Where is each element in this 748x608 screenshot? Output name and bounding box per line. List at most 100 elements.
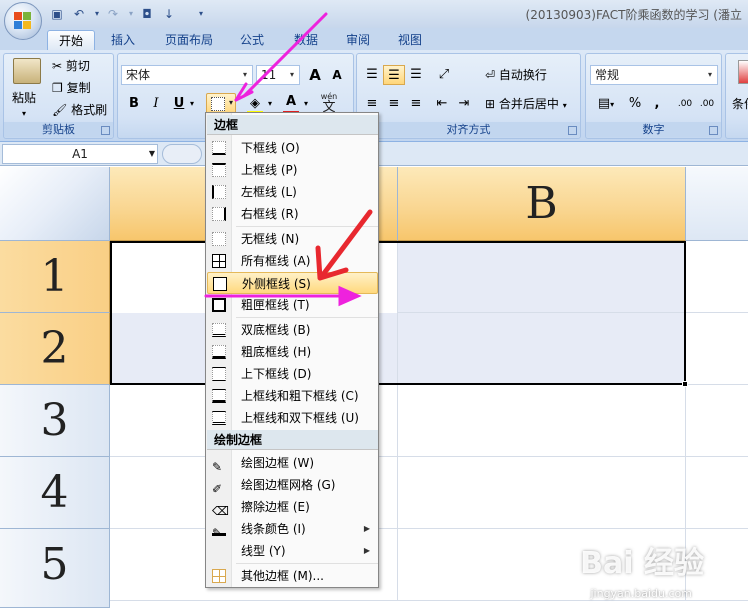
menu-item-right-border[interactable]: 右框线 (R)	[207, 203, 378, 225]
tab-view[interactable]: 视图	[390, 30, 430, 50]
tab-review[interactable]: 审阅	[338, 30, 378, 50]
bold-button[interactable]: B	[123, 94, 145, 114]
row-header-2[interactable]: 2	[0, 313, 110, 385]
draw-border-label: 绘图边框 (W)	[241, 456, 315, 470]
menu-item-thick-bottom-border[interactable]: 粗底框线 (H)	[207, 341, 378, 363]
menu-item-thick-box-border[interactable]: 粗匣框线 (T)	[207, 294, 378, 316]
format-painter-button[interactable]: 🖌 格式刷	[52, 100, 107, 120]
fill-handle[interactable]	[682, 381, 688, 387]
align-middle-icon[interactable]: ☰	[383, 65, 405, 85]
pencil-grid-icon: ✐	[212, 482, 223, 496]
save-icon[interactable]: ▣	[48, 5, 66, 23]
menu-item-more-borders[interactable]: 其他边框 (M)...	[207, 565, 378, 587]
cell-c4[interactable]	[686, 457, 748, 529]
align-bottom-icon[interactable]: ☰	[405, 65, 427, 85]
currency-icon: ▤	[597, 96, 611, 111]
menu-item-top-double-bottom-border[interactable]: 上框线和双下框线 (U)	[207, 407, 378, 429]
tab-data[interactable]: 数据	[286, 30, 326, 50]
percent-button[interactable]: %	[624, 94, 646, 114]
menu-item-top-thick-bottom-border[interactable]: 上框线和粗下框线 (C)	[207, 385, 378, 407]
row-header-5[interactable]: 5	[0, 529, 110, 608]
tab-home[interactable]: 开始	[47, 30, 95, 50]
menu-item-draw-border[interactable]: ✎ 绘图边框 (W)	[207, 452, 378, 474]
sort-icon[interactable]: ↓	[160, 5, 178, 23]
select-all-corner[interactable]	[0, 167, 110, 241]
cell-c3[interactable]	[686, 385, 748, 457]
number-format-select[interactable]: 常规 ▾	[590, 65, 718, 85]
menu-item-outside-borders[interactable]: 外侧框线 (S)	[207, 272, 378, 294]
font-color-button[interactable]: A	[280, 92, 302, 112]
menu-item-no-border[interactable]: 无框线 (N)	[207, 228, 378, 250]
menu-item-line-style[interactable]: 线型 (Y) ▶	[207, 540, 378, 562]
paste-icon[interactable]	[13, 58, 41, 84]
no-border-label: 无框线 (N)	[241, 232, 300, 246]
grow-font-button[interactable]: A	[304, 65, 326, 85]
align-left-icon[interactable]: ≡	[361, 94, 383, 114]
redo-icon[interactable]: ↷	[104, 5, 122, 23]
row-header-1[interactable]: 1	[0, 241, 110, 313]
menu-item-bottom-double-border[interactable]: 双底框线 (B)	[207, 319, 378, 341]
merge-center-button[interactable]: ⊞ 合并后居中 ▾	[485, 94, 567, 114]
menu-item-bottom-border[interactable]: 下框线 (O)	[207, 137, 378, 159]
title-bar: ▣ ↶ ▾ ↷ ▾ ◘ ↓ ▾ (20130903)FACT阶乘函数的学习 (潘…	[0, 0, 748, 40]
conditional-format-button[interactable]: 条件	[732, 94, 748, 114]
tab-insert[interactable]: 插入	[103, 30, 143, 50]
borders-section-header: 边框	[207, 115, 378, 135]
row-header-4[interactable]: 4	[0, 457, 110, 529]
font-color-dropdown-icon[interactable]: ▾	[300, 94, 312, 114]
number-launcher-icon[interactable]	[709, 126, 718, 135]
customize-toolbar-icon[interactable]: ▾	[192, 5, 210, 23]
cell-c1[interactable]	[686, 241, 748, 313]
right-border-label: 右框线 (R)	[241, 207, 299, 221]
menu-item-draw-border-grid[interactable]: ✐ 绘图边框网格 (G)	[207, 474, 378, 496]
cell-b2[interactable]	[398, 313, 686, 385]
comma-button[interactable]: ,	[646, 94, 668, 114]
menu-item-top-bottom-border[interactable]: 上下框线 (D)	[207, 363, 378, 385]
italic-button[interactable]: I	[145, 94, 167, 114]
menu-item-all-borders[interactable]: 所有框线 (A)	[207, 250, 378, 272]
font-size-value: 11	[261, 68, 277, 82]
copy-button[interactable]: ❐ 复制	[52, 78, 91, 98]
align-top-icon[interactable]: ☰	[361, 65, 383, 85]
shrink-font-button[interactable]: A	[326, 65, 348, 85]
font-name-select[interactable]: 宋体 ▾	[121, 65, 253, 85]
font-size-select[interactable]: 11 ▾	[256, 65, 300, 85]
cell-c2[interactable]	[686, 313, 748, 385]
tab-page-layout[interactable]: 页面布局	[156, 30, 222, 50]
increase-indent-icon[interactable]: ⇥	[453, 94, 475, 114]
menu-item-erase-border[interactable]: ⌫ 擦除边框 (E)	[207, 496, 378, 518]
increase-decimal-button[interactable]: .00	[674, 94, 696, 114]
menu-item-line-color[interactable]: ✎ 线条颜色 (I) ▶	[207, 518, 378, 540]
fill-dropdown-icon[interactable]: ▾	[264, 94, 276, 114]
camera-icon[interactable]: ◘	[138, 5, 156, 23]
menu-item-left-border[interactable]: 左框线 (L)	[207, 181, 378, 203]
align-center-icon[interactable]: ≡	[383, 94, 405, 114]
paste-dropdown-icon[interactable]: ▾	[22, 104, 26, 124]
formula-controls[interactable]	[162, 144, 202, 164]
font-name-dropdown-icon: ▾	[242, 70, 247, 79]
decrease-indent-icon[interactable]: ⇤	[431, 94, 453, 114]
decrease-decimal-button[interactable]: .00	[696, 94, 718, 114]
thick-bottom-border-label: 粗底框线 (H)	[241, 345, 312, 359]
cell-b4[interactable]	[398, 457, 686, 529]
menu-item-top-border[interactable]: 上框线 (P)	[207, 159, 378, 181]
name-box[interactable]: A1 ▼	[2, 144, 158, 164]
conditional-format-icon[interactable]	[738, 60, 748, 84]
column-header-c[interactable]	[686, 167, 748, 241]
orientation-icon[interactable]: ⤢	[433, 65, 455, 85]
cut-button[interactable]: ✂ 剪切	[52, 56, 90, 76]
clipboard-launcher-icon[interactable]	[101, 126, 110, 135]
row-header-3[interactable]: 3	[0, 385, 110, 457]
align-right-icon[interactable]: ≡	[405, 94, 427, 114]
wrap-text-button[interactable]: ⏎ 自动换行	[485, 65, 547, 85]
column-header-b[interactable]: B	[398, 167, 686, 241]
cell-b3[interactable]	[398, 385, 686, 457]
alignment-launcher-icon[interactable]	[568, 126, 577, 135]
cell-b1[interactable]	[398, 241, 686, 313]
accounting-format-button[interactable]: ▤▾	[592, 94, 620, 114]
undo-icon[interactable]: ↶	[70, 5, 88, 23]
tab-formulas[interactable]: 公式	[232, 30, 272, 50]
underline-dropdown-icon[interactable]: ▾	[186, 94, 198, 114]
border-dropdown-menu: 边框 下框线 (O) 上框线 (P) 左框线 (L) 右框线 (R) 无框线 (…	[205, 112, 379, 588]
office-button[interactable]	[4, 2, 42, 40]
